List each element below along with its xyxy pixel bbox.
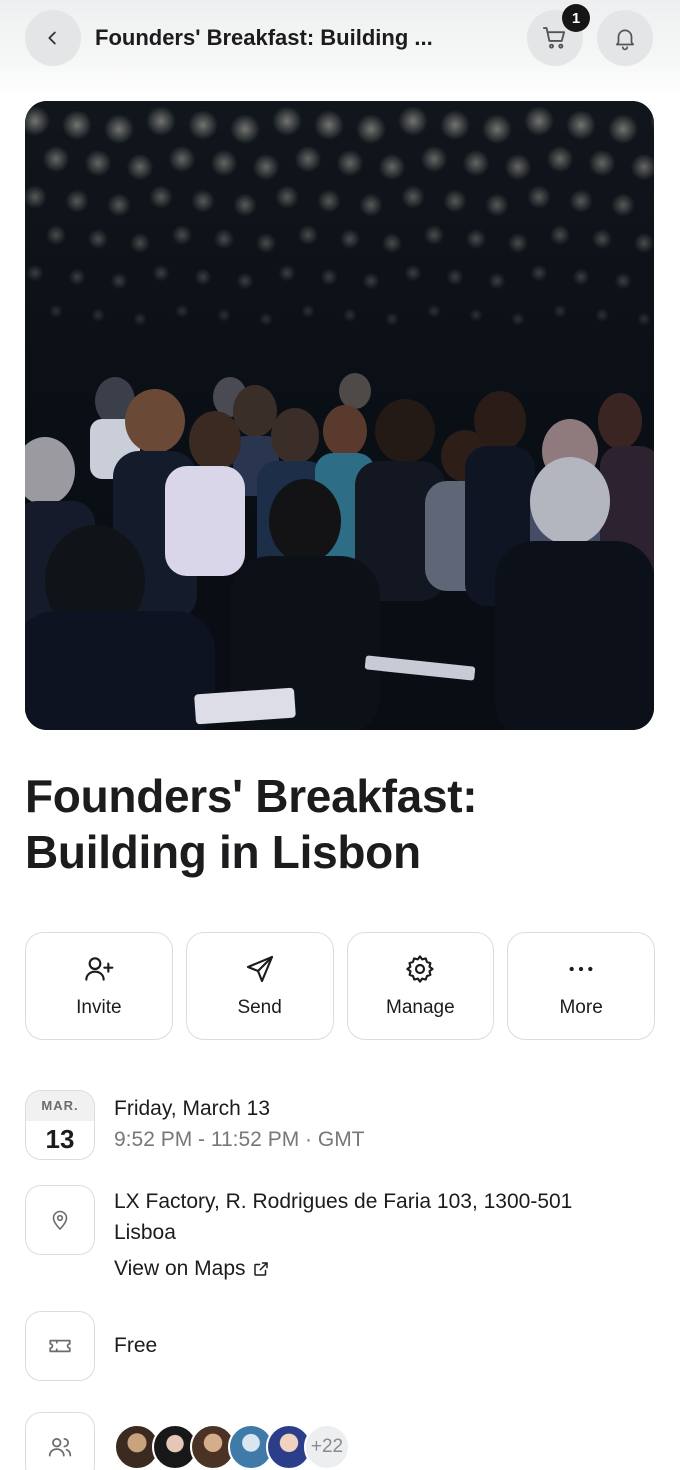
price-row: Free xyxy=(25,1311,655,1381)
calendar-date-tile: MAR. 13 xyxy=(25,1090,95,1160)
location-tile xyxy=(25,1185,95,1255)
map-pin-icon xyxy=(52,1210,68,1230)
event-title-line-2: Building in Lisbon xyxy=(25,826,421,878)
view-on-maps-link[interactable]: View on Maps xyxy=(114,1254,270,1284)
attendee-avatars[interactable]: +22 xyxy=(114,1424,350,1470)
invite-label: Invite xyxy=(76,997,122,1018)
notifications-button[interactable] xyxy=(597,10,653,66)
ticket-tile xyxy=(25,1311,95,1381)
external-link-icon xyxy=(253,1262,268,1276)
address-line-1: LX Factory, R. Rodrigues de Faria 103, 1… xyxy=(114,1190,573,1213)
event-date: Friday, March 13 xyxy=(114,1097,270,1120)
event-cover-image xyxy=(25,101,654,730)
cart-icon xyxy=(542,27,566,49)
users-icon xyxy=(48,1438,72,1457)
chevron-left-icon xyxy=(48,31,56,45)
send-icon xyxy=(246,955,273,983)
attendees-row: +22 xyxy=(25,1412,655,1470)
send-label: Send xyxy=(237,997,282,1018)
more-icon xyxy=(569,966,593,972)
back-button[interactable] xyxy=(25,10,81,66)
cart-button[interactable]: 1 xyxy=(527,4,590,66)
manage-button[interactable]: Manage xyxy=(346,932,495,1040)
send-button[interactable]: Send xyxy=(185,932,334,1040)
event-title: Founders' Breakfast: Building in Lisbon xyxy=(25,768,655,880)
attendee-more-count: +22 xyxy=(304,1424,350,1470)
manage-label: Manage xyxy=(386,997,455,1018)
date-month: MAR. xyxy=(26,1091,94,1121)
action-bar: Invite Send Manage More xyxy=(25,932,655,1040)
gear-icon xyxy=(406,955,434,983)
view-on-maps-label: View on Maps xyxy=(114,1257,246,1280)
price-label: Free xyxy=(114,1334,158,1357)
ticket-icon xyxy=(49,1339,71,1353)
bell-icon xyxy=(616,29,634,51)
more-label: More xyxy=(559,997,603,1018)
date-row: MAR. 13 Friday, March 13 9:52 PM - 11:52… xyxy=(25,1090,655,1160)
event-title-line-1: Founders' Breakfast: xyxy=(25,770,478,822)
invite-button[interactable]: Invite xyxy=(25,932,173,1040)
location-row: LX Factory, R. Rodrigues de Faria 103, 1… xyxy=(25,1185,655,1295)
page-title: Founders' Breakfast: Building ... xyxy=(95,25,433,50)
top-bar: Founders' Breakfast: Building ... 1 xyxy=(0,0,680,100)
address-line-2: Lisboa xyxy=(114,1221,176,1244)
event-time: 9:52 PM - 11:52 PM · GMT xyxy=(114,1128,365,1151)
user-plus-icon xyxy=(85,957,114,981)
attendees-tile xyxy=(25,1412,95,1470)
date-day: 13 xyxy=(45,1124,75,1154)
cart-count-badge: 1 xyxy=(562,4,590,32)
more-button[interactable]: More xyxy=(507,932,655,1040)
